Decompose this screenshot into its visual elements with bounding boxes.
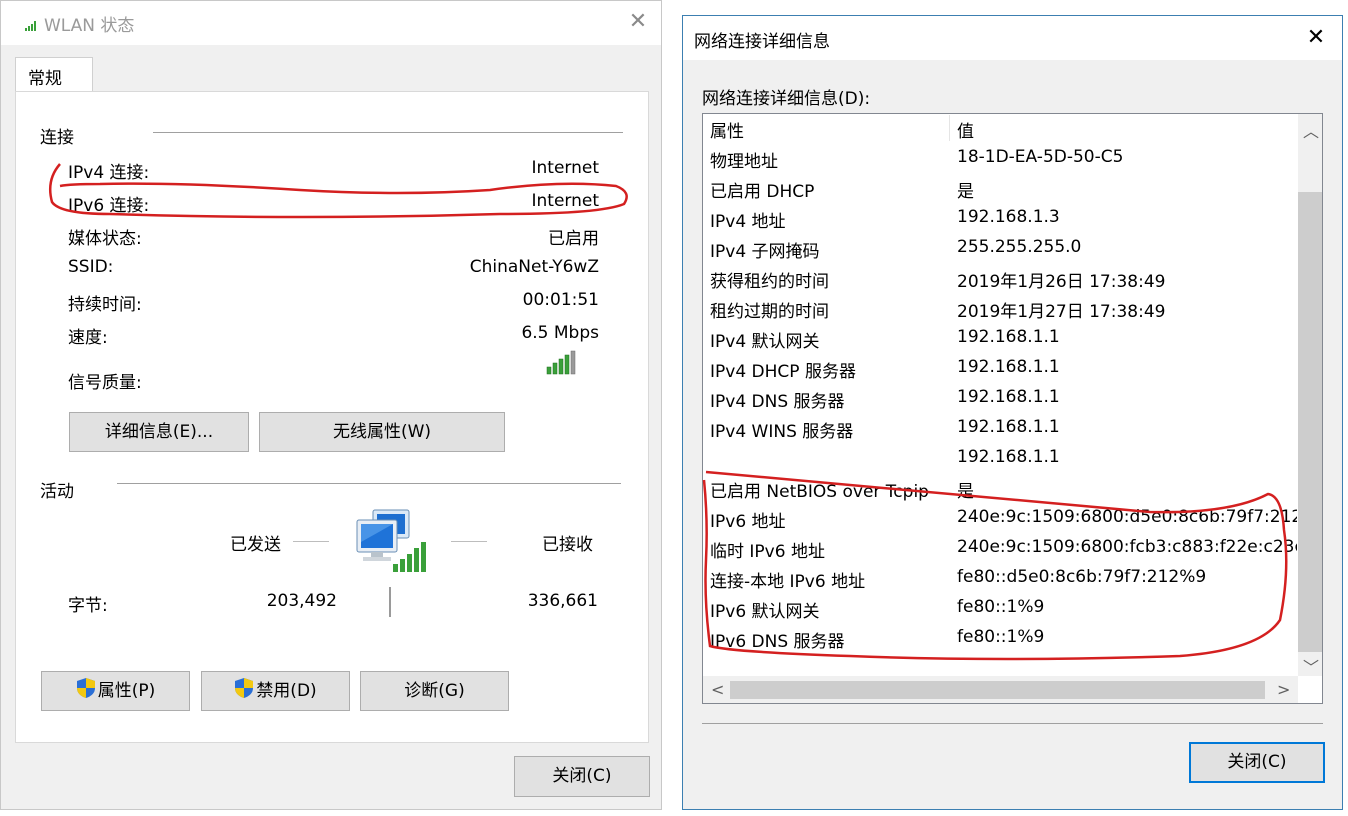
annotation-overlay — [49, 163, 1288, 661]
red-annotation-ipv6-connection — [49, 163, 628, 219]
red-annotation-ipv6-details — [702, 470, 1288, 661]
